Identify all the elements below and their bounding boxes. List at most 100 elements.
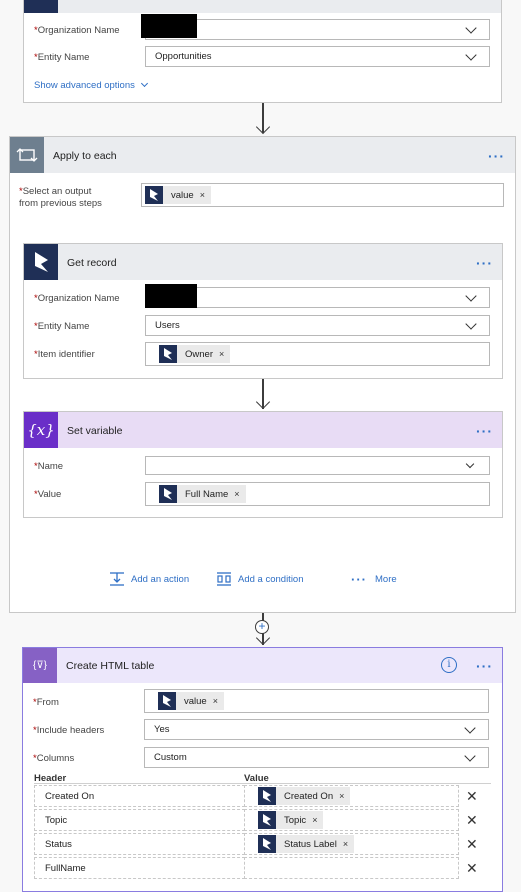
- include-headers-select[interactable]: Yes: [144, 719, 489, 740]
- item-identifier-field[interactable]: Owner ×: [145, 342, 490, 366]
- dynamics-icon: [145, 186, 163, 204]
- entity-name-value: Opportunities: [155, 51, 212, 62]
- table-row-header-cell[interactable]: Topic: [34, 809, 245, 831]
- remove-token-icon[interactable]: ×: [213, 696, 218, 706]
- value-label: *Value: [34, 489, 62, 500]
- get-record-header[interactable]: Get record ···: [24, 244, 502, 280]
- more-options-icon[interactable]: ···: [476, 659, 493, 673]
- name-select[interactable]: [145, 456, 490, 475]
- delete-row-icon[interactable]: ✕: [466, 861, 478, 875]
- org-name-label: *Organization Name: [34, 25, 120, 36]
- delete-row-icon[interactable]: ✕: [466, 789, 478, 803]
- add-action-icon: [110, 572, 124, 586]
- table-row-value-cell[interactable]: Status Label ×: [244, 833, 459, 855]
- value-field[interactable]: Full Name ×: [145, 482, 490, 506]
- chevron-down-icon: [464, 750, 476, 762]
- loop-icon: [10, 137, 44, 173]
- get-record-title: Get record: [67, 257, 117, 269]
- include-headers-value: Yes: [154, 724, 170, 735]
- remove-token-icon[interactable]: ×: [219, 349, 224, 359]
- connector-arrow-icon: [255, 119, 271, 135]
- remove-token-icon[interactable]: ×: [339, 791, 344, 801]
- delete-row-icon[interactable]: ✕: [466, 837, 478, 851]
- remove-token-icon[interactable]: ×: [234, 489, 239, 499]
- table-row-value-cell[interactable]: [244, 857, 459, 879]
- chevron-down-icon: [465, 459, 475, 469]
- set-variable-card: {x} Set variable ··· *Name *Value Full N…: [23, 411, 503, 518]
- more-options-icon[interactable]: ···: [476, 424, 493, 438]
- created-on-token[interactable]: Created On ×: [258, 787, 351, 805]
- chevron-down-icon: [465, 290, 477, 302]
- from-label: *From: [33, 697, 59, 708]
- more-label: More: [375, 573, 397, 585]
- connector-arrow-icon: [255, 394, 271, 410]
- more-button[interactable]: ··· More: [351, 571, 397, 587]
- data-operations-icon: {⊽}: [23, 648, 57, 683]
- chevron-down-icon: [140, 79, 148, 88]
- entity-name-select[interactable]: Opportunities: [145, 46, 490, 67]
- table-row-header-cell[interactable]: Created On: [34, 785, 245, 807]
- chevron-down-icon: [465, 22, 477, 34]
- redacted-value: [145, 284, 197, 308]
- create-html-table-title: Create HTML table: [66, 660, 155, 672]
- remove-token-icon[interactable]: ×: [312, 815, 317, 825]
- dynamics-icon: [158, 692, 176, 710]
- value-token[interactable]: value ×: [158, 692, 224, 710]
- dynamics-icon: [24, 244, 58, 280]
- add-action-label: Add an action: [131, 573, 190, 585]
- full-name-token[interactable]: Full Name ×: [159, 485, 246, 503]
- table-row-header-cell[interactable]: FullName: [34, 857, 245, 879]
- owner-token[interactable]: Owner ×: [159, 345, 231, 363]
- columns-value: Custom: [154, 752, 187, 763]
- dynamics-icon: [159, 345, 177, 363]
- entity-name-label: *Entity Name: [34, 321, 90, 332]
- set-variable-header[interactable]: {x} Set variable ···: [24, 412, 502, 448]
- delete-row-icon[interactable]: ✕: [466, 813, 478, 827]
- chevron-down-icon: [465, 318, 477, 330]
- columns-select[interactable]: Custom: [144, 747, 489, 768]
- select-output-field[interactable]: value ×: [141, 183, 504, 207]
- status-label-token[interactable]: Status Label ×: [258, 835, 355, 853]
- table-row-value-cell[interactable]: Topic ×: [244, 809, 459, 831]
- name-label: *Name: [34, 461, 64, 472]
- org-name-label: *Organization Name: [34, 293, 120, 304]
- dynamics-icon: [159, 485, 177, 503]
- dynamics-icon: [258, 835, 276, 853]
- create-html-table-header[interactable]: {⊽} Create HTML table i ···: [23, 648, 502, 683]
- get-record-card: Get record ··· *Organization Name *Entit…: [23, 243, 503, 379]
- select-output-label: *Select an output from previous steps: [19, 186, 102, 209]
- apply-to-each-card: Apply to each ··· *Select an output from…: [9, 136, 516, 613]
- show-advanced-options-link[interactable]: Show advanced options: [34, 79, 148, 91]
- remove-token-icon[interactable]: ×: [200, 190, 205, 200]
- table-row-header-cell[interactable]: Status: [34, 833, 245, 855]
- columns-label: *Columns: [33, 753, 75, 764]
- more-options-icon[interactable]: ···: [488, 149, 505, 163]
- entity-name-label: *Entity Name: [34, 52, 90, 63]
- redacted-value: [141, 14, 197, 38]
- apply-to-each-title: Apply to each: [53, 150, 117, 162]
- apply-to-each-header[interactable]: Apply to each ···: [10, 137, 515, 173]
- create-html-table-card: {⊽} Create HTML table i ··· *From value …: [22, 647, 503, 892]
- variable-icon: {x}: [24, 412, 58, 448]
- table-row-value-cell[interactable]: Created On ×: [244, 785, 459, 807]
- set-variable-title: Set variable: [67, 425, 123, 437]
- include-headers-label: *Include headers: [33, 725, 105, 736]
- remove-token-icon[interactable]: ×: [343, 839, 348, 849]
- add-condition-label: Add a condition: [238, 573, 304, 585]
- dynamics-icon: [258, 787, 276, 805]
- card-header-strip: [24, 0, 501, 13]
- info-icon[interactable]: i: [441, 657, 457, 673]
- item-identifier-label: *Item identifier: [34, 349, 95, 360]
- value-token[interactable]: value ×: [145, 186, 211, 204]
- chevron-down-icon: [464, 722, 476, 734]
- add-condition-button[interactable]: Add a condition: [216, 571, 304, 587]
- entity-name-select[interactable]: Users: [145, 315, 490, 336]
- from-field[interactable]: value ×: [144, 689, 489, 713]
- columns-divider: [34, 783, 491, 784]
- topic-token[interactable]: Topic ×: [258, 811, 324, 829]
- add-action-button[interactable]: Add an action: [109, 571, 189, 587]
- add-condition-icon: [217, 572, 231, 586]
- more-options-icon[interactable]: ···: [476, 256, 493, 270]
- entity-name-value: Users: [155, 320, 180, 331]
- chevron-down-icon: [465, 49, 477, 61]
